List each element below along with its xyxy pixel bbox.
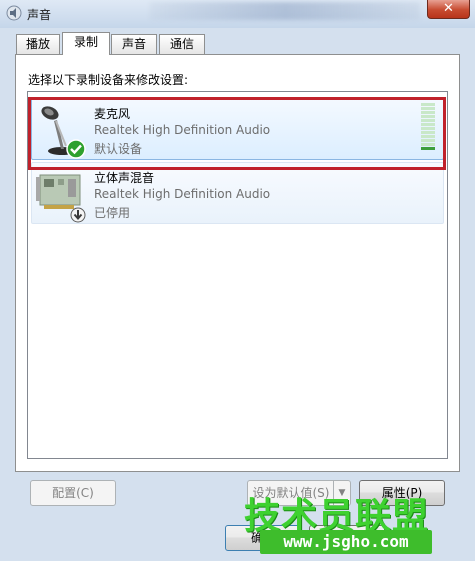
tab-playback-label: 播放 bbox=[25, 37, 50, 51]
close-icon: ✕ bbox=[443, 1, 454, 16]
close-button[interactable]: ✕ bbox=[427, 0, 470, 19]
configure-button[interactable]: 配置(C) bbox=[30, 480, 116, 506]
device-item-stereo-mix[interactable]: 立体声混音 Realtek High Definition Audio 已停用 bbox=[31, 162, 444, 224]
tab-sounds-label: 声音 bbox=[121, 37, 146, 51]
instruction-text: 选择以下录制设备来修改设置: bbox=[28, 73, 189, 87]
title-bar: 声音 ✕ bbox=[0, 0, 475, 28]
disabled-arrow-badge-icon bbox=[70, 207, 86, 223]
sound-dialog: 声音 ✕ 播放 录制 声音 通信 选择以下录制设备来修改设置: 麦克风 Real… bbox=[0, 0, 475, 561]
device-description: Realtek High Definition Audio bbox=[94, 187, 271, 201]
tab-recording-label: 录制 bbox=[73, 35, 98, 49]
device-name: 立体声混音 bbox=[94, 171, 155, 185]
watermark-url: www.jsgho.com bbox=[260, 530, 432, 554]
speaker-icon bbox=[6, 5, 22, 21]
blurred-background bbox=[150, 2, 420, 20]
tab-recording[interactable]: 录制 bbox=[62, 32, 110, 55]
tab-playback[interactable]: 播放 bbox=[16, 34, 60, 54]
device-status: 已停用 bbox=[94, 206, 131, 220]
highlight-annotation bbox=[28, 97, 446, 170]
window-title: 声音 bbox=[27, 8, 52, 22]
tab-sounds[interactable]: 声音 bbox=[111, 34, 157, 54]
tab-communications-label: 通信 bbox=[169, 37, 194, 51]
tab-communications[interactable]: 通信 bbox=[159, 34, 205, 54]
